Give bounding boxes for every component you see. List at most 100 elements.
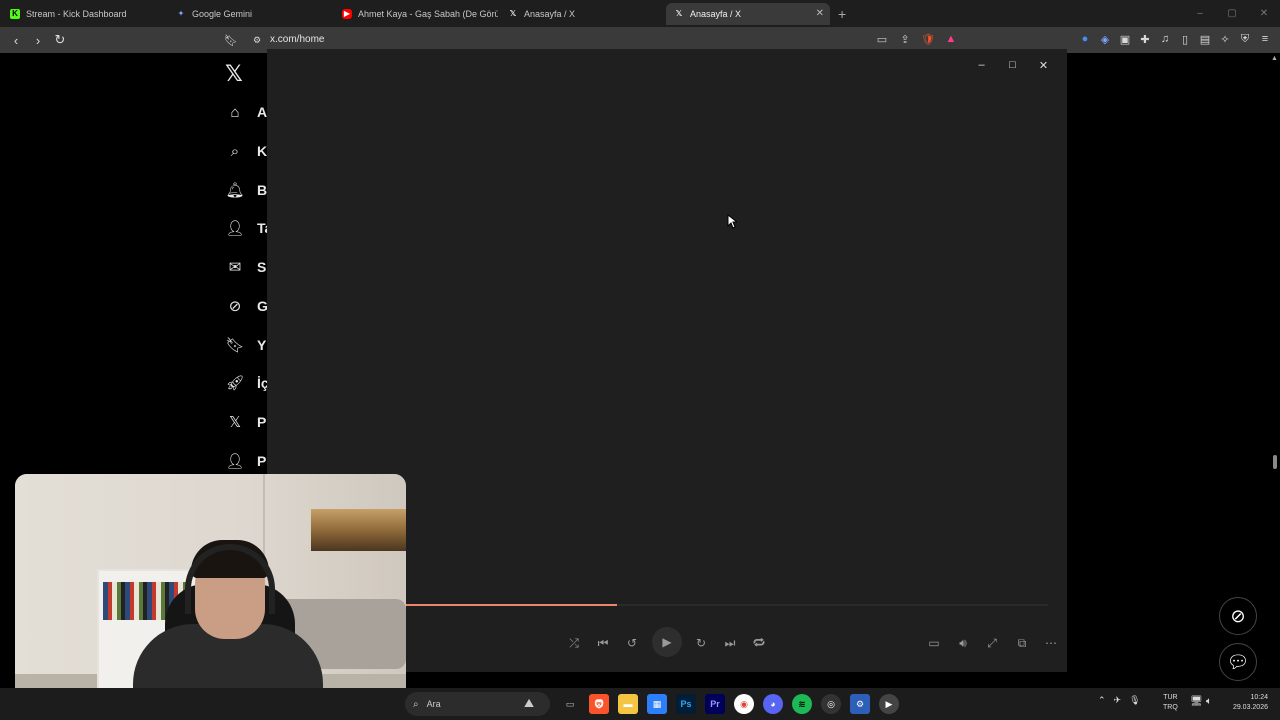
tab-x-home[interactable]: 𝕏 Anasayfa / X <box>500 3 664 25</box>
shuffle-icon[interactable]: ⤮ <box>564 631 584 655</box>
brave-browser-icon[interactable]: 🦁︎ <box>589 694 609 714</box>
webcam-painting <box>311 509 406 551</box>
vpn-icon[interactable]: ⛨ <box>1236 30 1254 48</box>
forward-arrow-icon[interactable]: › <box>28 30 48 50</box>
tab-x-home-active[interactable]: 𝕏 Anasayfa / X ✕ <box>666 2 830 25</box>
search-placeholder: Ara <box>426 699 441 709</box>
kick-icon: K <box>10 8 20 19</box>
network-icon[interactable]: 🖥︎ <box>1190 696 1203 707</box>
microphone-icon[interactable]: 🎙︎ <box>1129 695 1140 706</box>
tray-app-icon[interactable]: ✈ <box>1114 695 1122 706</box>
search-icon: ⌕ <box>413 698 419 710</box>
reload-icon[interactable]: ↻ <box>50 30 70 50</box>
fast-forward-icon[interactable]: ↻ <box>691 631 711 655</box>
settings-app-icon[interactable]: ⚙ <box>850 694 870 714</box>
miniplayer-icon[interactable]: ⧉ <box>1012 631 1032 655</box>
grok-icon: ⊘ <box>1230 605 1246 626</box>
sidebar-item-label: G <box>257 298 267 314</box>
bookmark-icon: 🔖︎ <box>225 337 245 354</box>
mouse-cursor-icon <box>727 214 737 229</box>
file-explorer-icon[interactable]: ▬ <box>618 694 638 714</box>
obs-icon[interactable]: ◎ <box>821 694 841 714</box>
x-icon: 𝕏 <box>509 9 517 18</box>
share-icon[interactable]: ⇪ <box>896 30 914 48</box>
volume-tray-icon[interactable]: 🔈︎ <box>1206 696 1212 707</box>
mail-icon: ✉ <box>228 259 242 276</box>
spotify-icon[interactable]: ≋ <box>792 694 812 714</box>
input-language-indicator[interactable]: TUR TRQ <box>1163 693 1178 713</box>
window-controls: – ▢ ✕ <box>1184 0 1280 27</box>
previous-track-icon[interactable]: ⏮ <box>593 631 613 655</box>
tray-expand-icon[interactable]: ⌃ <box>1098 695 1106 706</box>
cast-icon[interactable]: ▭ <box>873 30 891 48</box>
brave-rewards-icon[interactable]: ▲ <box>942 30 960 48</box>
home-icon: ⌂ <box>230 103 240 121</box>
sidebar-item-creator-studio[interactable]: 🚀︎ İç <box>225 371 268 395</box>
search-highlight-icon[interactable]: ⛰ <box>524 696 534 711</box>
sidebar-item-premium[interactable]: 𝕏 P <box>226 410 267 434</box>
leo-ai-icon[interactable]: ✧ <box>1216 30 1234 48</box>
scrollbar-thumb[interactable] <box>1273 455 1277 469</box>
extension-toolbar: ● ◈ ▣ ✚ ♫ ▯ ▤ ✧ ⛨ ≡ <box>1076 30 1274 48</box>
sidebar-item-home[interactable]: ⌂ A <box>226 100 267 124</box>
grok-floating-button[interactable]: ⊘ <box>1219 597 1257 635</box>
chat-bubble-icon: 💬︎ <box>1226 651 1250 672</box>
task-view-icon[interactable]: ▭ <box>560 694 580 714</box>
extension-icon-3[interactable]: ▣ <box>1116 30 1134 48</box>
more-options-icon[interactable]: ⋯ <box>1041 631 1061 655</box>
tab-kick-dashboard[interactable]: K Stream - Kick Dashboard <box>2 3 166 25</box>
repeat-icon[interactable]: 🔁︎ <box>749 631 769 655</box>
extensions-puzzle-icon[interactable]: ✚ <box>1136 30 1154 48</box>
subtitles-icon[interactable]: ▭ <box>924 631 944 655</box>
extension-icon-2[interactable]: ◈ <box>1096 30 1114 48</box>
sidebar-item-messages[interactable]: ✉ S <box>226 255 267 279</box>
sidebar-item-notifications[interactable]: 🔔︎ B <box>225 178 267 202</box>
close-tab-icon[interactable]: ✕ <box>816 8 824 19</box>
playback-progress-fill[interactable] <box>405 604 617 606</box>
chrome-icon[interactable]: ◉ <box>734 694 754 714</box>
rewind-icon[interactable]: ↺ <box>622 631 642 655</box>
menu-icon[interactable]: ≡ <box>1256 30 1274 48</box>
back-arrow-icon[interactable]: ‹ <box>6 30 26 50</box>
player-close-button[interactable]: ✕ <box>1028 55 1059 75</box>
x-logo[interactable]: 𝕏 <box>225 61 243 87</box>
playback-progress-track[interactable] <box>617 604 1048 606</box>
sidebar-item-follow[interactable]: 👤︎ Ta <box>225 216 268 240</box>
tab-youtube-music[interactable]: ▶ Ahmet Kaya - Gaş Sabah (De Görüm <box>334 3 498 25</box>
sidebar-item-explore[interactable]: ⌕ K <box>226 139 267 163</box>
rocket-icon: 🚀︎ <box>225 375 245 392</box>
site-info-icon[interactable]: ⚙ <box>247 30 267 50</box>
player-maximize-button[interactable]: □ <box>997 55 1028 75</box>
minimize-window-button[interactable]: – <box>1184 0 1216 27</box>
new-tab-button[interactable]: + <box>838 6 846 22</box>
discord-icon[interactable]: ◕ <box>763 694 783 714</box>
fullscreen-icon[interactable]: ⤢ <box>982 631 1002 655</box>
player-minimize-button[interactable]: – <box>966 55 997 75</box>
sidebar-item-label: P <box>257 414 267 430</box>
tab-google-gemini[interactable]: ✦ Google Gemini <box>168 3 332 25</box>
scroll-up-arrow-icon[interactable]: ▲ <box>1271 55 1278 62</box>
sidebar-icon[interactable]: ▯ <box>1176 30 1194 48</box>
premiere-icon[interactable]: Pr <box>705 694 725 714</box>
url-field[interactable]: x.com/home <box>270 34 324 45</box>
photoshop-icon[interactable]: Ps <box>676 694 696 714</box>
messages-floating-button[interactable]: 💬︎ <box>1219 643 1257 681</box>
media-player-app-icon[interactable]: ▶ <box>879 694 899 714</box>
maximize-window-button[interactable]: ▢ <box>1216 0 1248 27</box>
sidebar-item-profile[interactable]: 👤︎ P <box>225 449 267 473</box>
microsoft-store-icon[interactable]: ▦ <box>647 694 667 714</box>
sidebar-item-grok[interactable]: ⊘ G <box>226 294 267 318</box>
play-button[interactable]: ▶ <box>652 627 682 657</box>
brave-shield-icon[interactable]: 🛡︎ <box>919 30 937 48</box>
youtube-icon: ▶ <box>342 8 352 19</box>
sidebar-item-label: Y <box>257 337 267 353</box>
close-window-button[interactable]: ✕ <box>1248 0 1280 27</box>
next-track-icon[interactable]: ⏭ <box>720 631 740 655</box>
bookmark-page-icon[interactable]: 🔖︎ <box>221 30 241 50</box>
sidebar-item-bookmarks[interactable]: 🔖︎ Y <box>225 333 267 357</box>
system-clock[interactable]: 10:24 29.03.2026 <box>1228 693 1268 713</box>
wallet-icon[interactable]: ▤ <box>1196 30 1214 48</box>
extension-icon-1[interactable]: ● <box>1076 30 1094 48</box>
volume-icon[interactable]: 🔊︎ <box>953 631 973 655</box>
media-icon[interactable]: ♫ <box>1156 30 1174 48</box>
